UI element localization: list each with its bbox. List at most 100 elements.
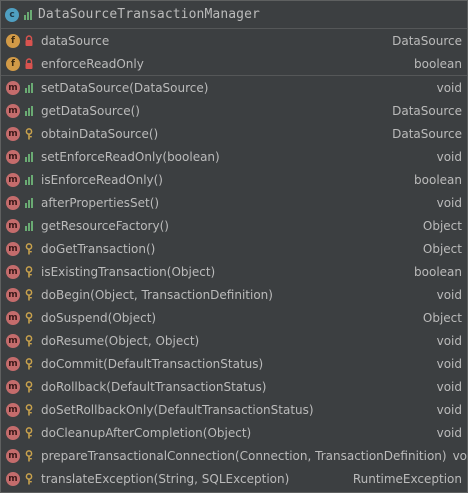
fields-section: f dataSource DataSource f enforceReadOnly boo… xyxy=(1,29,467,76)
field-name: dataSource xyxy=(41,33,110,48)
field-row[interactable]: f enforceReadOnly boolean xyxy=(1,52,467,75)
method-name: doCleanupAfterCompletion(Object) xyxy=(41,425,252,440)
method-name: doResume(Object, Object) xyxy=(41,333,200,348)
public-visibility-icon xyxy=(23,150,35,164)
field-name: enforceReadOnly xyxy=(41,56,144,71)
protected-key-icon xyxy=(23,380,35,394)
protected-key-icon xyxy=(23,288,35,302)
method-row[interactable]: m doRollback(DefaultTransactionStatus) voi… xyxy=(1,375,467,398)
method-type: void xyxy=(436,333,462,348)
protected-key-icon xyxy=(23,265,35,279)
methods-section: m setDataSource(DataSource) void m getDataSo… xyxy=(1,76,468,490)
protected-key-icon xyxy=(23,426,35,440)
method-type: DataSource xyxy=(392,103,462,118)
method-icon: m xyxy=(6,379,20,394)
class-icon: c xyxy=(5,7,19,22)
method-type: void xyxy=(436,195,462,210)
method-type: Object xyxy=(422,310,462,325)
method-icon: m xyxy=(6,448,20,463)
method-row[interactable]: m doSetRollbackOnly(DefaultTransactionSta… xyxy=(1,398,467,421)
protected-key-icon xyxy=(23,472,35,486)
method-type: void xyxy=(436,149,462,164)
protected-key-icon xyxy=(23,334,35,348)
method-row[interactable]: m getResourceFactory() Object xyxy=(1,214,467,237)
method-name: translateException(String, SQLException) xyxy=(41,471,290,486)
method-row[interactable]: m doCleanupAfterCompletion(Object) void xyxy=(1,421,467,444)
method-row[interactable]: m afterPropertiesSet() void xyxy=(1,191,467,214)
method-name: doSetRollbackOnly(DefaultTransactionStat… xyxy=(41,402,314,417)
method-row[interactable]: m isEnforceReadOnly() boolean xyxy=(1,168,467,191)
method-row[interactable]: m prepareTransactionalConnection(Connecti… xyxy=(1,444,468,467)
private-lock-icon xyxy=(23,34,35,48)
method-icon: m xyxy=(6,310,20,325)
method-type: void xyxy=(436,80,462,95)
method-name: doBegin(Object, TransactionDefinition) xyxy=(41,287,273,302)
method-row[interactable]: m doSuspend(Object) Object xyxy=(1,306,467,329)
field-type: DataSource xyxy=(392,33,462,48)
method-icon: m xyxy=(6,80,20,95)
method-icon: m xyxy=(6,195,20,210)
method-row[interactable]: m setEnforceReadOnly(boolean) void xyxy=(1,145,467,168)
method-type: boolean xyxy=(414,172,462,187)
method-row[interactable]: m doCommit(DefaultTransactionStatus) void xyxy=(1,352,467,375)
field-row[interactable]: f dataSource DataSource xyxy=(1,29,467,52)
method-icon: m xyxy=(6,264,20,279)
method-row[interactable]: m translateException(String, SQLException… xyxy=(1,467,467,490)
method-icon: m xyxy=(6,241,20,256)
method-name: getResourceFactory() xyxy=(41,218,169,233)
method-type: void xyxy=(452,448,468,463)
method-name: isExistingTransaction(Object) xyxy=(41,264,216,279)
method-icon: m xyxy=(6,356,20,371)
public-visibility-icon xyxy=(23,104,35,118)
protected-key-icon xyxy=(23,357,35,371)
method-row[interactable]: m doResume(Object, Object) void xyxy=(1,329,467,352)
method-name: doRollback(DefaultTransactionStatus) xyxy=(41,379,267,394)
method-name: doSuspend(Object) xyxy=(41,310,157,325)
method-icon: m xyxy=(6,218,20,233)
method-row[interactable]: m getDataSource() DataSource xyxy=(1,99,467,122)
method-name: isEnforceReadOnly() xyxy=(41,172,163,187)
method-row[interactable]: m doBegin(Object, TransactionDefinition) v… xyxy=(1,283,467,306)
public-visibility-icon xyxy=(23,173,35,187)
public-visibility-icon xyxy=(23,196,35,210)
field-icon: f xyxy=(6,33,20,48)
method-type: void xyxy=(436,287,462,302)
method-icon: m xyxy=(6,287,20,302)
method-row[interactable]: m setDataSource(DataSource) void xyxy=(1,76,467,99)
method-name: prepareTransactionalConnection(Connectio… xyxy=(41,448,447,463)
method-row[interactable]: m isExistingTransaction(Object) boolean xyxy=(1,260,467,283)
public-visibility-icon xyxy=(22,8,34,22)
method-type: Object xyxy=(422,218,462,233)
method-type: boolean xyxy=(414,264,462,279)
protected-key-icon xyxy=(23,403,35,417)
structure-popup: c DataSourceTransactionManager f dataSour… xyxy=(0,0,468,493)
method-type: DataSource xyxy=(392,126,462,141)
method-icon: m xyxy=(6,402,20,417)
method-icon: m xyxy=(6,172,20,187)
protected-key-icon xyxy=(23,449,35,463)
protected-key-icon xyxy=(23,242,35,256)
method-name: afterPropertiesSet() xyxy=(41,195,160,210)
method-type: void xyxy=(436,402,462,417)
method-name: setEnforceReadOnly(boolean) xyxy=(41,149,220,164)
field-type: boolean xyxy=(414,56,462,71)
method-row[interactable]: m doGetTransaction() Object xyxy=(1,237,467,260)
method-row[interactable]: m obtainDataSource() DataSource xyxy=(1,122,467,145)
method-icon: m xyxy=(6,333,20,348)
method-type: void xyxy=(436,425,462,440)
public-visibility-icon xyxy=(23,81,35,95)
method-name: obtainDataSource() xyxy=(41,126,159,141)
method-icon: m xyxy=(6,103,20,118)
method-icon: m xyxy=(6,471,20,486)
method-type: Object xyxy=(422,241,462,256)
private-lock-icon xyxy=(23,57,35,71)
protected-key-icon xyxy=(23,311,35,325)
method-name: getDataSource() xyxy=(41,103,140,118)
method-name: doGetTransaction() xyxy=(41,241,156,256)
public-visibility-icon xyxy=(23,219,35,233)
protected-key-icon xyxy=(23,127,35,141)
method-type: RuntimeException xyxy=(352,471,462,486)
method-name: doCommit(DefaultTransactionStatus) xyxy=(41,356,264,371)
method-icon: m xyxy=(6,149,20,164)
method-type: void xyxy=(436,379,462,394)
